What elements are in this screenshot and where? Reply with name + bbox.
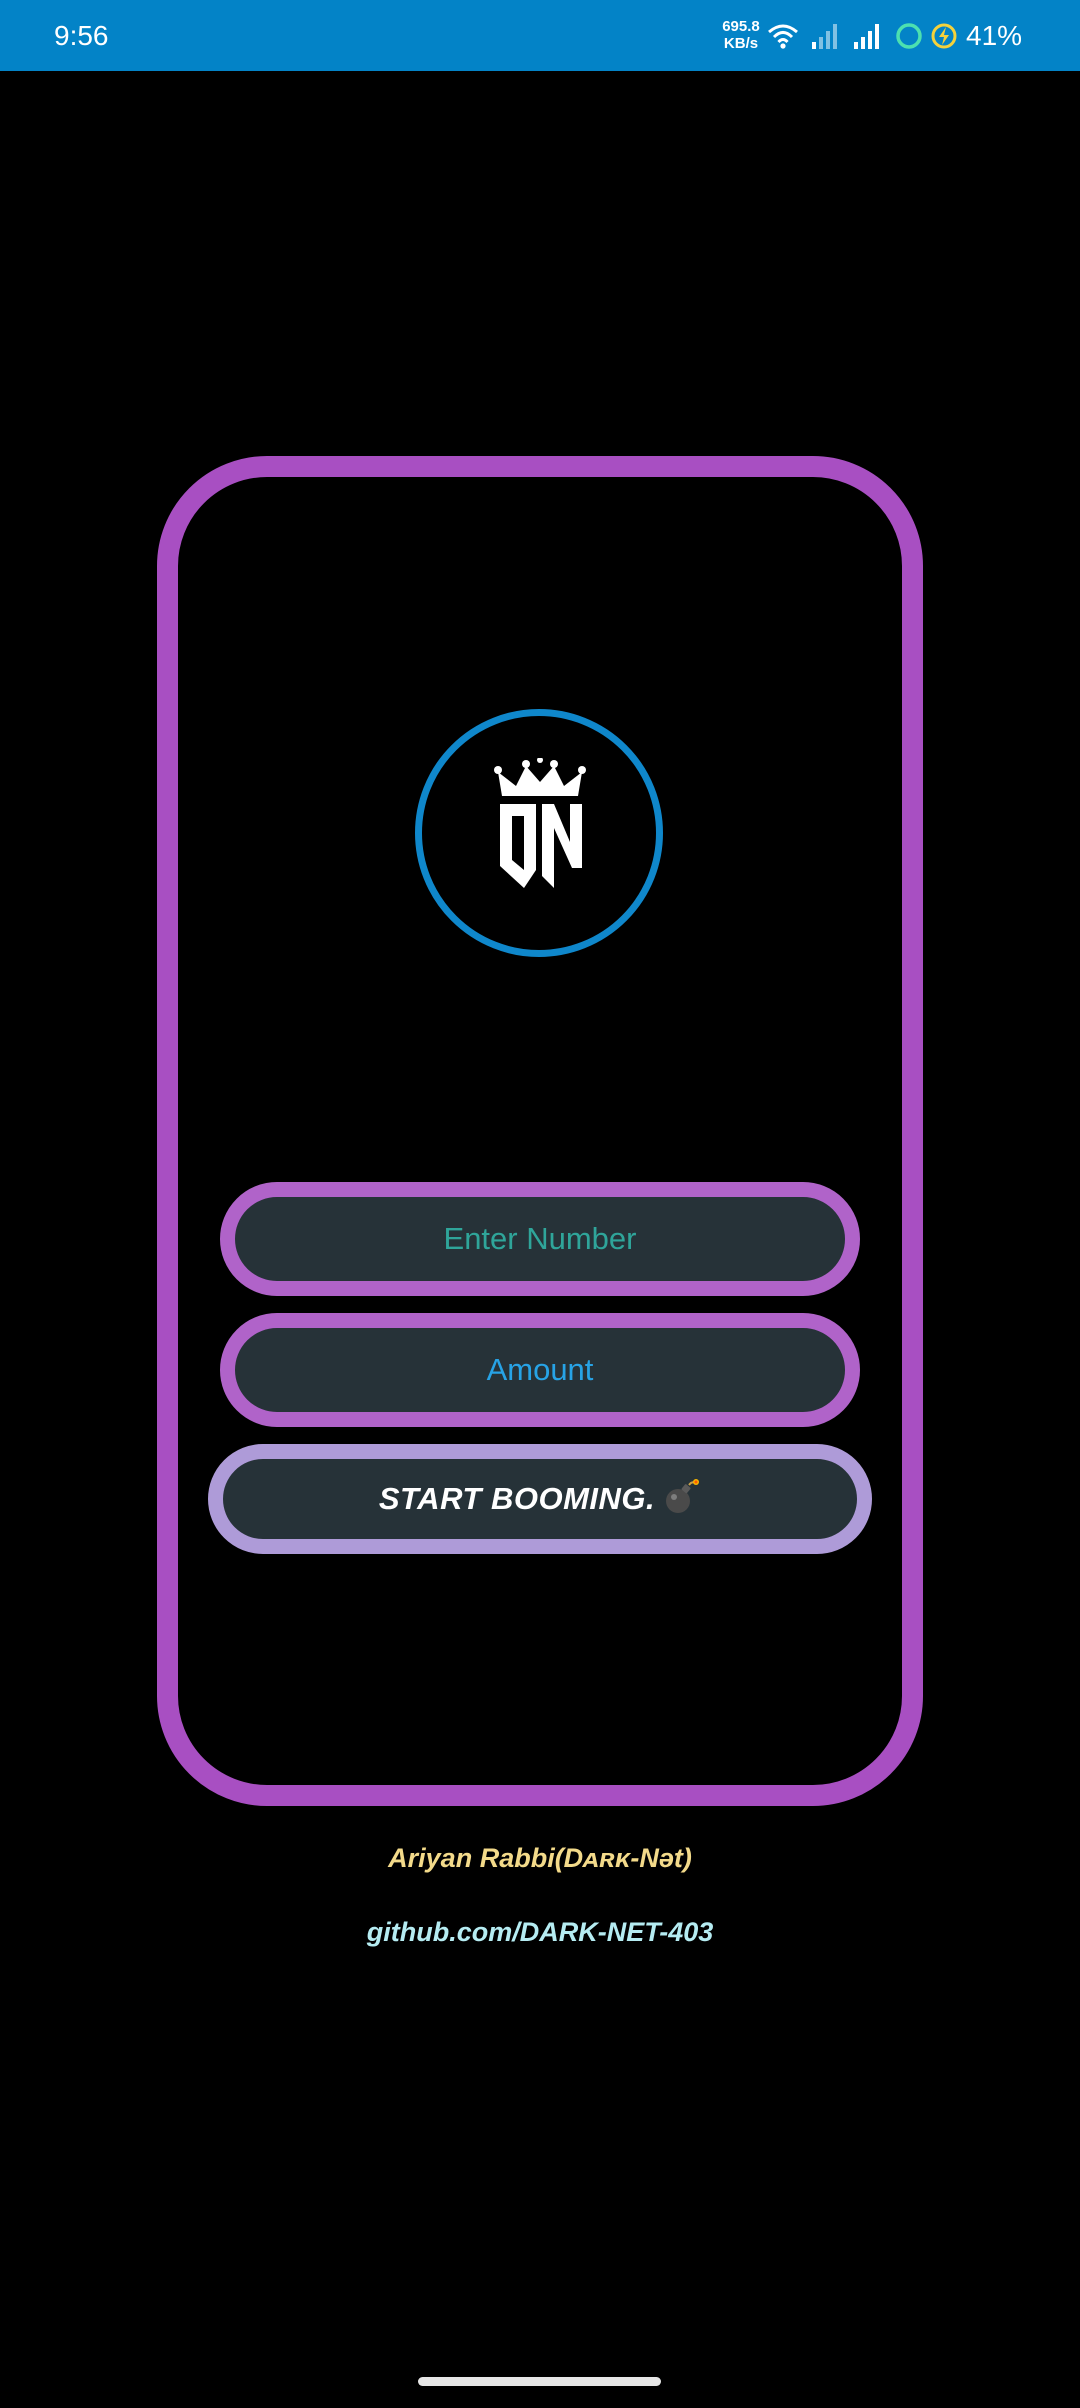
start-booming-label: START BOOMING.: [378, 1481, 656, 1516]
wifi-icon: [767, 20, 799, 52]
app-card-frame: [157, 456, 923, 1806]
network-speed-unit: KB/s: [723, 35, 759, 52]
number-input[interactable]: [235, 1196, 845, 1282]
signal-icon: [809, 20, 841, 52]
status-bar: 9:56 695.8 KB/s 41%: [0, 0, 1080, 71]
network-speed: 695.8 KB/s: [716, 18, 766, 52]
sync-ring-icon: [893, 20, 925, 52]
amount-field[interactable]: [220, 1313, 860, 1427]
app-logo: [415, 709, 663, 957]
status-time: 9:56: [54, 20, 109, 51]
home-indicator[interactable]: [418, 2377, 661, 2386]
crown-icon: [494, 758, 586, 888]
network-speed-value: 695.8: [722, 18, 760, 35]
battery-percentage: 41%: [966, 20, 1023, 51]
author-credit: Ariyan Rabbi(Dᴀʀᴋ-Nət): [388, 1843, 692, 1873]
bomb-icon: [661, 1477, 701, 1522]
start-booming-button[interactable]: START BOOMING.: [208, 1444, 872, 1554]
github-link[interactable]: github.com/DARK-NET-403: [0, 1917, 1080, 1948]
signal-icon: [851, 20, 883, 52]
amount-input[interactable]: [235, 1327, 845, 1413]
number-field[interactable]: [220, 1182, 860, 1296]
battery-charging-icon: [928, 20, 960, 52]
